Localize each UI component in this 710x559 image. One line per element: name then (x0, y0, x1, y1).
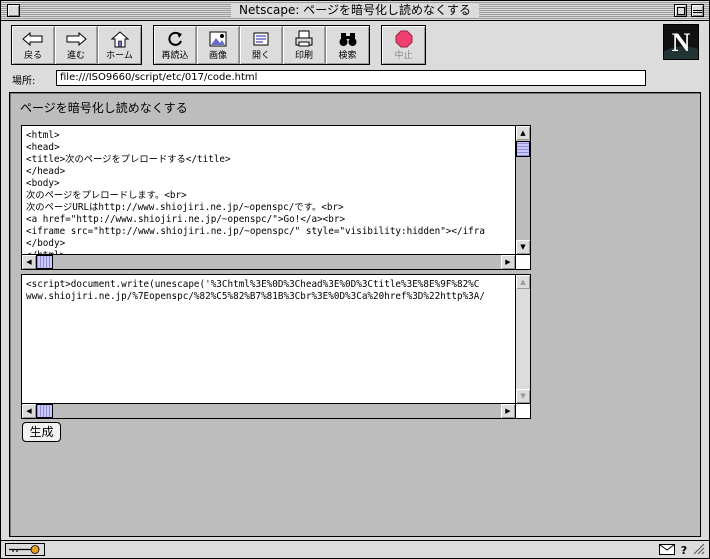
netscape-n-icon: N (664, 25, 698, 59)
status-bar: ? (1, 540, 709, 558)
source-textarea[interactable]: <html> <head> <title>次のページをプレロードする</titl… (21, 125, 531, 270)
print-icon (292, 29, 316, 49)
find-binoculars-icon (336, 29, 360, 49)
help-question-icon[interactable]: ? (679, 544, 689, 555)
reload-button[interactable]: 再読込 (154, 26, 197, 64)
page-content: ページを暗号化し読めなくする <html> <head> <title>次のペー… (9, 92, 701, 537)
source-horizontal-scrollbar[interactable]: ◀ ▶ (22, 254, 515, 269)
stop-icon (392, 29, 416, 49)
reload-icon (163, 29, 187, 49)
print-label: 印刷 (294, 51, 313, 61)
images-label: 画像 (208, 51, 227, 61)
home-icon (108, 29, 132, 49)
source-hscroll-thumb[interactable] (36, 255, 53, 269)
window-title: Netscape: ページを暗号化し読めなくする (231, 3, 479, 18)
output-textarea[interactable]: <script>document.write(unescape('%3Chtml… (21, 274, 531, 419)
output-scroll-corner (515, 403, 530, 418)
scroll-right-arrow-icon[interactable]: ▶ (501, 404, 515, 418)
scroll-up-arrow-icon[interactable]: ▲ (516, 126, 530, 140)
open-icon (249, 29, 273, 49)
source-vscroll-thumb[interactable] (516, 141, 530, 157)
stop-button[interactable]: 中止 (382, 26, 425, 64)
security-key-icon[interactable] (5, 543, 45, 556)
forward-button[interactable]: 進む (55, 26, 98, 64)
title-bar[interactable]: Netscape: ページを暗号化し読めなくする (1, 1, 709, 21)
svg-text:?: ? (681, 544, 687, 555)
scroll-right-arrow-icon[interactable]: ▶ (501, 255, 515, 269)
output-hscroll-thumb[interactable] (36, 404, 53, 418)
close-box[interactable] (7, 4, 20, 17)
source-vertical-scrollbar[interactable]: ▲ ▼ (515, 126, 530, 254)
print-button[interactable]: 印刷 (283, 26, 326, 64)
output-vertical-scrollbar[interactable]: ▲ ▼ (515, 275, 530, 403)
back-label: 戻る (23, 51, 42, 61)
status-right-icons: ? (659, 543, 705, 555)
tools-button-group: 再読込 画像 開く 印刷 検索 (153, 25, 370, 65)
page-heading: ページを暗号化し読めなくする (20, 101, 188, 115)
netscape-logo[interactable]: N (663, 24, 699, 60)
generate-button[interactable]: 生成 (22, 422, 61, 442)
browser-window: Netscape: ページを暗号化し読めなくする 戻る 進む ホーム 再読込 画… (0, 0, 710, 559)
stop-label: 中止 (394, 51, 413, 61)
scroll-left-arrow-icon[interactable]: ◀ (22, 404, 36, 418)
images-icon (206, 29, 230, 49)
forward-label: 進む (66, 51, 85, 61)
location-bar: 場所: file:///ISO9660/script/etc/017/code.… (1, 69, 709, 89)
stop-button-group: 中止 (381, 25, 426, 65)
nav-button-group: 戻る 進む ホーム (11, 25, 142, 65)
scroll-down-arrow-icon[interactable]: ▼ (516, 389, 530, 403)
reload-label: 再読込 (161, 51, 189, 61)
find-label: 検索 (338, 51, 357, 61)
images-button[interactable]: 画像 (197, 26, 240, 64)
scroll-up-arrow-icon[interactable]: ▲ (516, 275, 530, 289)
source-scroll-corner (515, 254, 530, 269)
open-button[interactable]: 開く (240, 26, 283, 64)
scroll-left-arrow-icon[interactable]: ◀ (22, 255, 36, 269)
home-button[interactable]: ホーム (98, 26, 141, 64)
resize-grip-icon[interactable] (693, 543, 705, 555)
location-field[interactable]: file:///ISO9660/script/etc/017/code.html (56, 70, 646, 86)
source-text: <html> <head> <title>次のページをプレロードする</titl… (26, 130, 485, 261)
back-arrow-icon (21, 29, 45, 49)
open-label: 開く (251, 51, 270, 61)
back-button[interactable]: 戻る (12, 26, 55, 64)
location-label: 場所: (12, 76, 36, 87)
output-horizontal-scrollbar[interactable]: ◀ ▶ (22, 403, 515, 418)
toolbar: 戻る 進む ホーム 再読込 画像 開く 印刷 検索 中止 N (1, 21, 709, 69)
home-label: ホーム (106, 51, 133, 61)
find-button[interactable]: 検索 (326, 26, 369, 64)
svg-text:N: N (672, 28, 691, 57)
mail-icon[interactable] (659, 543, 675, 555)
scroll-down-arrow-icon[interactable]: ▼ (516, 240, 530, 254)
zoom-box[interactable] (674, 4, 687, 17)
collapse-box[interactable] (691, 4, 704, 17)
output-text: <script>document.write(unescape('%3Chtml… (26, 279, 485, 302)
forward-arrow-icon (64, 29, 88, 49)
